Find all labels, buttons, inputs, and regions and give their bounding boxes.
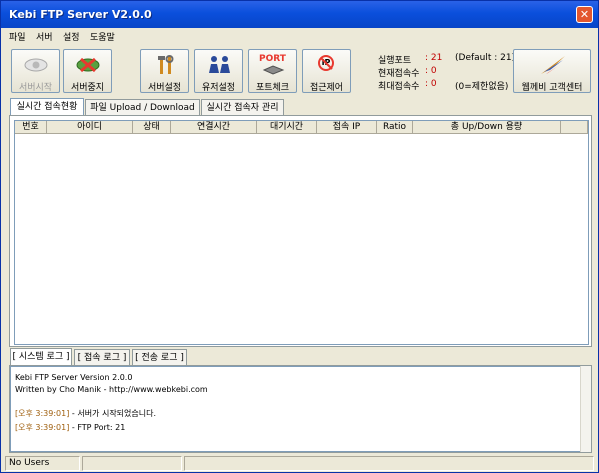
menu-help[interactable]: 도움말 — [90, 30, 115, 43]
tools-icon — [158, 55, 174, 74]
status-users: No Users — [5, 456, 80, 471]
system-log-view[interactable]: Kebi FTP Server Version 2.0.0 Written by… — [10, 366, 585, 452]
max-connections-note: (0=제한없음) — [455, 82, 509, 92]
users-icon — [209, 56, 230, 73]
log-entry: [오후 3:39:01] - 서버가 시작되었습니다. — [15, 408, 156, 419]
log-entry: [오후 3:39:01] - FTP Port: 21 — [15, 422, 125, 433]
tab-realtime-connections[interactable]: 실시간 접속현황 — [10, 98, 84, 115]
log-line-author: Written by Cho Manik - http://www.webkeb… — [15, 385, 208, 394]
tab-connection-log[interactable]: [ 접속 로그 ] — [74, 349, 130, 365]
user-settings-button[interactable]: 유저설정 — [194, 49, 243, 93]
menu-settings[interactable]: 설정 — [63, 30, 80, 43]
col-status[interactable]: 상태 — [133, 121, 171, 134]
col-filler — [561, 121, 588, 134]
col-user-id[interactable]: 아이디 — [47, 121, 133, 134]
stop-server-button[interactable]: 서버중지 — [63, 49, 112, 93]
log-panel: Kebi FTP Server Version 2.0.0 Written by… — [9, 365, 592, 453]
kebi-logo-icon — [541, 56, 565, 74]
menu-file[interactable]: 파일 — [9, 30, 26, 43]
support-center-label: 웹께비 고객센터 — [521, 83, 583, 93]
col-ip[interactable]: 접속 IP — [317, 121, 377, 134]
tab-transfer-log[interactable]: [ 전송 로그 ] — [132, 349, 187, 365]
max-connections-value: : 0 — [425, 79, 437, 89]
status-panel-3 — [184, 456, 594, 471]
server-settings-label: 서버설정 — [147, 83, 182, 93]
max-connections-label: 최대접속수 — [378, 82, 420, 92]
port-check-button[interactable]: PORT 포트체크 — [248, 49, 297, 93]
port-icon-text: PORT — [259, 54, 286, 64]
log-scrollbar[interactable] — [580, 366, 591, 452]
start-server-button[interactable]: 서버시작 — [11, 49, 60, 93]
port-check-label: 포트체크 — [255, 83, 290, 93]
log-message: - FTP Port: 21 — [69, 423, 126, 432]
col-ratio[interactable]: Ratio — [377, 121, 413, 134]
access-control-label: 접근제어 — [309, 83, 344, 93]
title-bar[interactable]: Kebi FTP Server V2.0.0 ✕ — [1, 1, 598, 28]
close-icon: ✕ — [579, 8, 590, 21]
status-bar: No Users — [1, 456, 598, 472]
support-center-button[interactable]: 웹께비 고객센터 — [513, 49, 591, 93]
menu-server[interactable]: 서버 — [36, 30, 53, 43]
port-default: (Default : 21) — [455, 53, 516, 63]
main-window: Kebi FTP Server V2.0.0 ✕ 파일 서버 설정 도움말 서버… — [0, 0, 599, 473]
tab-user-management[interactable]: 실시간 접속자 관리 — [201, 99, 284, 115]
log-timestamp: [오후 3:39:01] — [15, 423, 70, 432]
no-ip-icon: IP — [303, 55, 350, 75]
col-idle-time[interactable]: 대기시간 — [257, 121, 317, 134]
eye-icon — [24, 58, 48, 72]
server-settings-button[interactable]: 서버설정 — [140, 49, 189, 93]
menu-bar: 파일 서버 설정 도움말 — [1, 28, 598, 45]
stop-icon — [76, 57, 100, 73]
port-icon: PORT — [249, 55, 296, 75]
connections-panel: 번호 아이디 상태 연결시간 대기시간 접속 IP Ratio 총 Up/Dow… — [9, 115, 592, 347]
toolbar: 서버시작 서버중지 서버설정 유저설정 PORT 포트체크 접근제어 실행포트 … — [1, 45, 598, 97]
status-panel-2 — [82, 456, 182, 471]
log-timestamp: [오후 3:39:01] — [15, 409, 70, 418]
log-line-version: Kebi FTP Server Version 2.0.0 — [15, 373, 133, 382]
window-title: Kebi FTP Server V2.0.0 — [9, 8, 152, 21]
col-total-transfer[interactable]: 총 Up/Down 용량 — [413, 121, 561, 134]
port-value: : 21 — [425, 53, 443, 63]
connections-list[interactable]: 번호 아이디 상태 연결시간 대기시간 접속 IP Ratio 총 Up/Dow… — [14, 120, 589, 345]
stop-server-label: 서버중지 — [70, 83, 105, 93]
user-settings-label: 유저설정 — [201, 83, 236, 93]
col-number[interactable]: 번호 — [15, 121, 47, 134]
tab-file-transfer[interactable]: 파일 Upload / Download 상태 — [85, 99, 200, 129]
current-connections-value: : 0 — [425, 66, 437, 76]
port-label: 실행포트 — [378, 56, 412, 66]
col-connected-time[interactable]: 연결시간 — [171, 121, 257, 134]
close-button[interactable]: ✕ — [576, 6, 593, 23]
log-message: - 서버가 시작되었습니다. — [69, 409, 157, 418]
start-server-label: 서버시작 — [18, 83, 53, 93]
current-connections-label: 현재접속수 — [378, 69, 420, 79]
tab-system-log[interactable]: [ 시스템 로그 ] — [10, 348, 72, 365]
access-control-button[interactable]: IP 접근제어 — [302, 49, 351, 93]
